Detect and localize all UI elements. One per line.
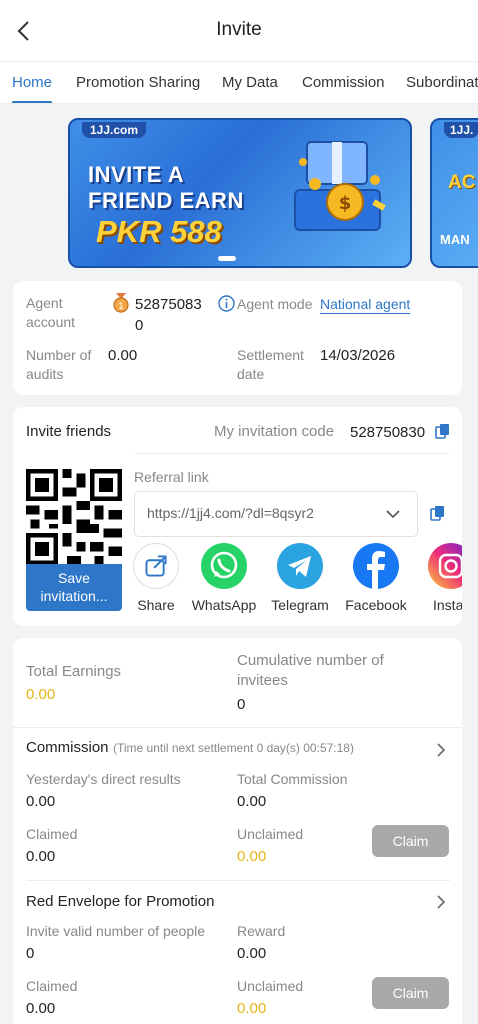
audits-value: 0.00 bbox=[108, 347, 138, 364]
banner-logo-next: 1JJ. bbox=[444, 122, 478, 138]
envelope-claim-button[interactable]: Claim bbox=[372, 977, 449, 1009]
qr-code bbox=[26, 469, 122, 565]
chevron-right-icon[interactable] bbox=[434, 894, 448, 910]
invitees-value: 0 bbox=[237, 696, 246, 713]
share-icon bbox=[145, 555, 167, 577]
invite-friends-card: Invite friends My invitation code 528750… bbox=[13, 407, 462, 626]
info-icon[interactable] bbox=[218, 295, 235, 312]
audits-label: Number of audits bbox=[26, 347, 92, 382]
envelope-unclaimed-value: 0.00 bbox=[237, 1000, 267, 1017]
commission-unclaimed-label: Unclaimed bbox=[237, 826, 304, 842]
agent-info-card: Agent account 1 52875083 0 Agent mode Na… bbox=[13, 281, 462, 395]
copy-link-icon[interactable] bbox=[430, 505, 446, 521]
copy-code-icon[interactable] bbox=[435, 423, 451, 439]
invitation-code-value: 528750830 bbox=[350, 424, 426, 441]
instagram-icon bbox=[438, 553, 462, 579]
gift-box-icon: $ bbox=[294, 141, 386, 231]
commission-title: Commission bbox=[26, 739, 109, 756]
tab-home[interactable]: Home bbox=[12, 74, 52, 91]
referral-link-value: https://1jj4.com/?dl=8qsyr2 bbox=[147, 505, 314, 521]
page-title: Invite bbox=[216, 19, 262, 40]
agent-account-label: Agent account bbox=[26, 295, 76, 330]
chevron-right-icon[interactable] bbox=[434, 742, 448, 758]
banner-next-subline: MAN bbox=[440, 232, 470, 247]
facebook-icon bbox=[367, 551, 385, 589]
promo-banner-next[interactable]: 1JJ. AC MAN bbox=[430, 118, 478, 268]
yesterday-results-value: 0.00 bbox=[26, 793, 56, 810]
tab-bar: Home Promotion Sharing My Data Commissio… bbox=[0, 62, 478, 104]
svg-text:1: 1 bbox=[118, 302, 124, 312]
valid-people-label: Invite valid number of people bbox=[26, 923, 205, 939]
envelope-claimed-label: Claimed bbox=[26, 978, 78, 994]
banner-amount: PKR 588 bbox=[96, 214, 222, 249]
divider bbox=[26, 880, 450, 881]
promo-banner[interactable]: 1JJ.com INVITE A FRIEND EARN PKR 588 $ bbox=[68, 118, 412, 268]
envelope-unclaimed-label: Unclaimed bbox=[237, 978, 304, 994]
banner-next-headline: AC bbox=[448, 172, 476, 193]
valid-people-value: 0 bbox=[26, 945, 35, 962]
total-earnings-value: 0.00 bbox=[26, 686, 56, 703]
invitees-label: Cumulative number of invitees bbox=[237, 652, 384, 689]
share-option-facebook[interactable]: Facebook bbox=[336, 543, 416, 613]
divider bbox=[134, 453, 450, 454]
total-commission-label: Total Commission bbox=[237, 771, 348, 787]
chevron-down-icon bbox=[386, 510, 400, 519]
total-commission-value: 0.00 bbox=[237, 793, 267, 810]
reward-value: 0.00 bbox=[237, 945, 267, 962]
telegram-label: Telegram bbox=[271, 597, 329, 613]
commission-unclaimed-value: 0.00 bbox=[237, 848, 267, 865]
commission-claim-button[interactable]: Claim bbox=[372, 825, 449, 857]
svg-text:$: $ bbox=[339, 193, 352, 214]
referral-link-label: Referral link bbox=[134, 469, 209, 485]
instagram-label: Insta bbox=[433, 597, 462, 613]
red-envelope-title[interactable]: Red Envelope for Promotion bbox=[26, 893, 214, 910]
tab-subordinates[interactable]: Subordinat bbox=[406, 74, 478, 91]
earnings-card: Total Earnings 0.00 Cumulative number of… bbox=[13, 638, 462, 1024]
facebook-label: Facebook bbox=[345, 597, 407, 613]
share-option-telegram[interactable]: Telegram bbox=[260, 543, 340, 613]
tab-commission[interactable]: Commission bbox=[302, 74, 385, 91]
agent-mode-link[interactable]: National agent bbox=[320, 295, 411, 314]
total-earnings-label: Total Earnings bbox=[26, 663, 122, 680]
agent-account-value: 52875083 0 bbox=[135, 296, 202, 334]
commission-claimed-value: 0.00 bbox=[26, 848, 56, 865]
commission-claimed-label: Claimed bbox=[26, 826, 78, 842]
carousel-indicator bbox=[218, 256, 236, 261]
divider bbox=[13, 727, 462, 728]
banner-carousel[interactable]: 1JJ.com INVITE A FRIEND EARN PKR 588 $ 1… bbox=[0, 104, 478, 274]
banner-logo: 1JJ.com bbox=[82, 122, 147, 138]
yesterday-results-label: Yesterday's direct results bbox=[26, 771, 181, 787]
medal-icon: 1 bbox=[113, 293, 129, 313]
commission-header[interactable]: Commission (Time until next settlement 0… bbox=[26, 739, 354, 757]
whatsapp-label: WhatsApp bbox=[191, 597, 257, 613]
settlement-label: Settlement date bbox=[237, 347, 304, 382]
whatsapp-icon bbox=[210, 551, 238, 579]
reward-label: Reward bbox=[237, 923, 286, 939]
commission-timer: (Time until next settlement 0 day(s) 00:… bbox=[112, 741, 354, 755]
app-header: Invite bbox=[0, 0, 478, 62]
invite-friends-title: Invite friends bbox=[26, 423, 112, 440]
banner-headline-2: FRIEND EARN bbox=[88, 188, 244, 213]
tab-promotion-sharing[interactable]: Promotion Sharing bbox=[76, 74, 200, 91]
share-option-whatsapp[interactable]: WhatsApp bbox=[184, 543, 264, 613]
referral-link-select[interactable]: https://1jj4.com/?dl=8qsyr2 bbox=[134, 491, 418, 537]
invitation-code-label: My invitation code bbox=[214, 423, 335, 440]
tab-my-data[interactable]: My Data bbox=[222, 74, 278, 91]
envelope-claimed-value: 0.00 bbox=[26, 1000, 56, 1017]
share-option-instagram[interactable]: Insta bbox=[408, 543, 462, 623]
banner-headline-1: INVITE A bbox=[88, 162, 185, 187]
save-invitation-button[interactable]: Save invitation... bbox=[26, 564, 122, 611]
agent-mode-label: Agent mode bbox=[237, 296, 313, 312]
settlement-value: 14/03/2026 bbox=[320, 347, 396, 364]
telegram-icon bbox=[288, 556, 311, 577]
